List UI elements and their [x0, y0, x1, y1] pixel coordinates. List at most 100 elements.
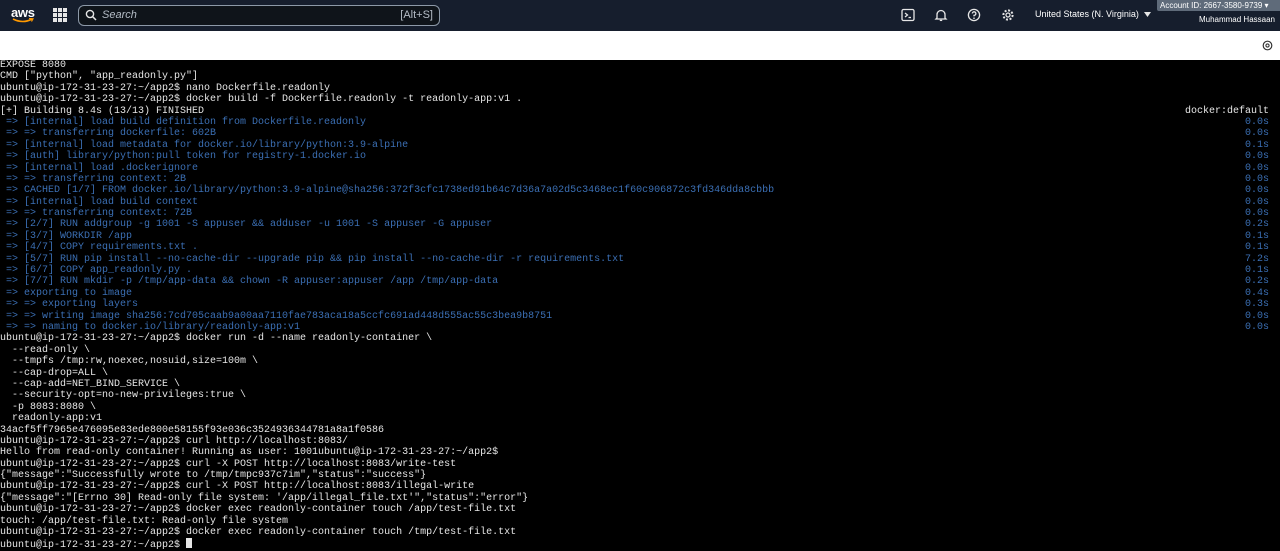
account-id-label: Account ID: 2667-3580-9739	[1160, 1, 1263, 10]
terminal-line: => [internal] load build definition from…	[0, 117, 1280, 128]
terminal-line: => [2/7] RUN addgroup -g 1001 -S appuser…	[0, 219, 1280, 230]
terminal-line: EXPOSE 8080	[0, 60, 1280, 71]
terminal-line: --security-opt=no-new-privileges:true \	[0, 390, 1280, 401]
terminal-line: => => transferring context: 2B 0.0s	[0, 174, 1280, 185]
terminal-line-text: --tmpfs /tmp:rw,noexec,nosuid,size=100m …	[0, 356, 259, 368]
services-grid-icon[interactable]	[53, 8, 67, 22]
terminal-line: => => naming to docker.io/library/readon…	[0, 322, 1280, 333]
terminal-line-text: ubuntu@ip-172-31-23-27:~/app2$ docker ru…	[0, 333, 433, 345]
caret-down-icon	[1143, 11, 1151, 17]
terminal-line: => => exporting layers 0.3s	[0, 299, 1280, 310]
username-label[interactable]: Muhammad Hassaan	[1199, 15, 1275, 24]
build-step-duration: 0.0s	[1244, 185, 1269, 197]
terminal-line: => CACHED [1/7] FROM docker.io/library/p…	[0, 185, 1280, 196]
terminal-line: {"message":"Successfully wrote to /tmp/t…	[0, 470, 1280, 481]
build-step-duration: 0.1s	[1244, 230, 1269, 242]
build-step-duration: 0.4s	[1244, 287, 1269, 299]
terminal-line: ubuntu@ip-172-31-23-27:~/app2$ curl -X P…	[0, 459, 1280, 470]
bell-icon[interactable]	[934, 8, 948, 22]
terminal-line-text: --security-opt=no-new-privileges:true \	[0, 390, 247, 402]
build-step-duration: 0.2s	[1244, 276, 1269, 288]
terminal-line-text: => [7/7] RUN mkdir -p /tmp/app-data && c…	[0, 276, 499, 288]
terminal-line-text: ubuntu@ip-172-31-23-27:~/app2$ docker ex…	[0, 504, 517, 516]
terminal-line-text: ubuntu@ip-172-31-23-27:~/app2$ curl http…	[0, 435, 349, 447]
terminal-line: ubuntu@ip-172-31-23-27:~/app2$ curl -X P…	[0, 481, 1280, 492]
settings-icon[interactable]	[1262, 40, 1273, 51]
cloudshell-icon[interactable]	[901, 8, 915, 22]
terminal-line-text: => [3/7] WORKDIR /app	[0, 230, 133, 242]
terminal-line: --read-only \	[0, 345, 1280, 356]
gear-icon[interactable]	[1001, 8, 1015, 22]
terminal-line-text: --read-only \	[0, 344, 91, 356]
terminal-line: => => writing image sha256:7cd705caab9a0…	[0, 311, 1280, 322]
terminal-line: Hello from read-only container! Running …	[0, 447, 1280, 458]
search-bar[interactable]: Search [Alt+S]	[78, 5, 440, 26]
terminal-line-text: ubuntu@ip-172-31-23-27:~/app2$	[0, 540, 187, 551]
terminal-line: => => transferring dockerfile: 602B 0.0s	[0, 128, 1280, 139]
terminal-line: ubuntu@ip-172-31-23-27:~/app2$ docker ru…	[0, 333, 1280, 344]
build-step-duration: 0.1s	[1244, 265, 1269, 277]
terminal-line-text: --cap-add=NET_BIND_SERVICE \	[0, 378, 181, 390]
account-id-badge[interactable]: Account ID: 2667-3580-9739 ▾	[1157, 0, 1280, 11]
aws-logo[interactable]: aws	[11, 6, 35, 26]
terminal-line-text: => [internal] load build context	[0, 196, 199, 208]
terminal-line: ubuntu@ip-172-31-23-27:~/app2$	[0, 538, 1280, 551]
terminal-line: [+] Building 8.4s (13/13) FINISHED docker…	[0, 106, 1280, 117]
terminal-line: readonly-app:v1	[0, 413, 1280, 424]
help-icon[interactable]	[967, 8, 981, 22]
terminal-line-text: ubuntu@ip-172-31-23-27:~/app2$ curl -X P…	[0, 481, 475, 493]
terminal-line-text: Hello from read-only container! Running …	[0, 447, 499, 459]
terminal-line-text: ubuntu@ip-172-31-23-27:~/app2$ docker ex…	[0, 527, 517, 539]
terminal-line: --tmpfs /tmp:rw,noexec,nosuid,size=100m …	[0, 356, 1280, 367]
build-step-duration: 7.2s	[1244, 253, 1269, 265]
terminal-scrollbar[interactable]	[1269, 60, 1280, 551]
terminal-line-text: => [4/7] COPY requirements.txt .	[0, 242, 199, 254]
terminal-line-text: touch: /app/test-file.txt: Read-only fil…	[0, 515, 289, 527]
terminal-line: => [3/7] WORKDIR /app 0.1s	[0, 231, 1280, 242]
build-step-duration: 0.1s	[1244, 139, 1269, 151]
terminal-line: => [internal] load metadata for docker.i…	[0, 140, 1280, 151]
region-selector[interactable]: United States (N. Virginia)	[1035, 9, 1151, 19]
build-step-duration: 0.3s	[1244, 299, 1269, 311]
search-icon	[85, 9, 97, 21]
terminal-line: => [7/7] RUN mkdir -p /tmp/app-data && c…	[0, 276, 1280, 287]
terminal-line-text: EXPOSE 8080	[0, 60, 67, 71]
terminal-line: CMD ["python", "app_readonly.py"]	[0, 71, 1280, 82]
build-step-duration: 0.0s	[1244, 173, 1269, 185]
terminal-line-text: CMD ["python", "app_readonly.py"]	[0, 71, 199, 83]
terminal-line-text: => [6/7] COPY app_readonly.py .	[0, 265, 193, 277]
cloudshell-header	[0, 31, 1280, 60]
terminal-line-text: => [2/7] RUN addgroup -g 1001 -S appuser…	[0, 219, 493, 231]
terminal-line: ubuntu@ip-172-31-23-27:~/app2$ docker ex…	[0, 527, 1280, 538]
terminal-line-text: 34acf5ff7965e476095e83ede800e58155f93e03…	[0, 424, 385, 436]
terminal-line: ubuntu@ip-172-31-23-27:~/app2$ nano Dock…	[0, 83, 1280, 94]
terminal-line-text: -p 8083:8080 \	[0, 401, 97, 413]
build-step-duration: 0.1s	[1244, 242, 1269, 254]
terminal-line: ubuntu@ip-172-31-23-27:~/app2$ docker ex…	[0, 504, 1280, 515]
terminal-line: => [5/7] RUN pip install --no-cache-dir …	[0, 254, 1280, 265]
build-step-duration: 0.0s	[1244, 208, 1269, 220]
terminal-line: => [internal] load .dockerignore 0.0s	[0, 163, 1280, 174]
terminal-line: ubuntu@ip-172-31-23-27:~/app2$ curl http…	[0, 436, 1280, 447]
terminal-line-text: ubuntu@ip-172-31-23-27:~/app2$ curl -X P…	[0, 458, 457, 470]
terminal-line-text: => => naming to docker.io/library/readon…	[0, 321, 301, 333]
terminal-line: {"message":"[Errno 30] Read-only file sy…	[0, 493, 1280, 504]
terminal-line-text: => => exporting layers	[0, 299, 139, 311]
terminal-line-text: {"message":"[Errno 30] Read-only file sy…	[0, 492, 529, 504]
search-placeholder: Search	[102, 9, 137, 21]
aws-top-bar: aws Search [Alt+S] United States (N. Vir…	[0, 0, 1280, 31]
region-label: United States (N. Virginia)	[1035, 9, 1139, 19]
terminal-line: => [internal] load build context 0.0s	[0, 197, 1280, 208]
terminal-line: => exporting to image 0.4s	[0, 288, 1280, 299]
terminal-line: 34acf5ff7965e476095e83ede800e58155f93e03…	[0, 425, 1280, 436]
caret-down-icon: ▾	[1264, 1, 1269, 10]
terminal-line-text: readonly-app:v1	[0, 413, 103, 425]
terminal-line: => [6/7] COPY app_readonly.py . 0.1s	[0, 265, 1280, 276]
terminal-line-text: => => transferring context: 72B	[0, 208, 193, 220]
terminal-line: -p 8083:8080 \	[0, 402, 1280, 413]
build-step-duration: 0.0s	[1244, 128, 1269, 140]
terminal-line-text: => [auth] library/python:pull token for …	[0, 151, 367, 163]
terminal-output[interactable]: EXPOSE 8080 CMD ["python", "app_readonly.…	[0, 60, 1280, 551]
build-step-duration: 0.0s	[1244, 196, 1269, 208]
terminal-line-text: => => writing image sha256:7cd705caab9a0…	[0, 310, 553, 322]
